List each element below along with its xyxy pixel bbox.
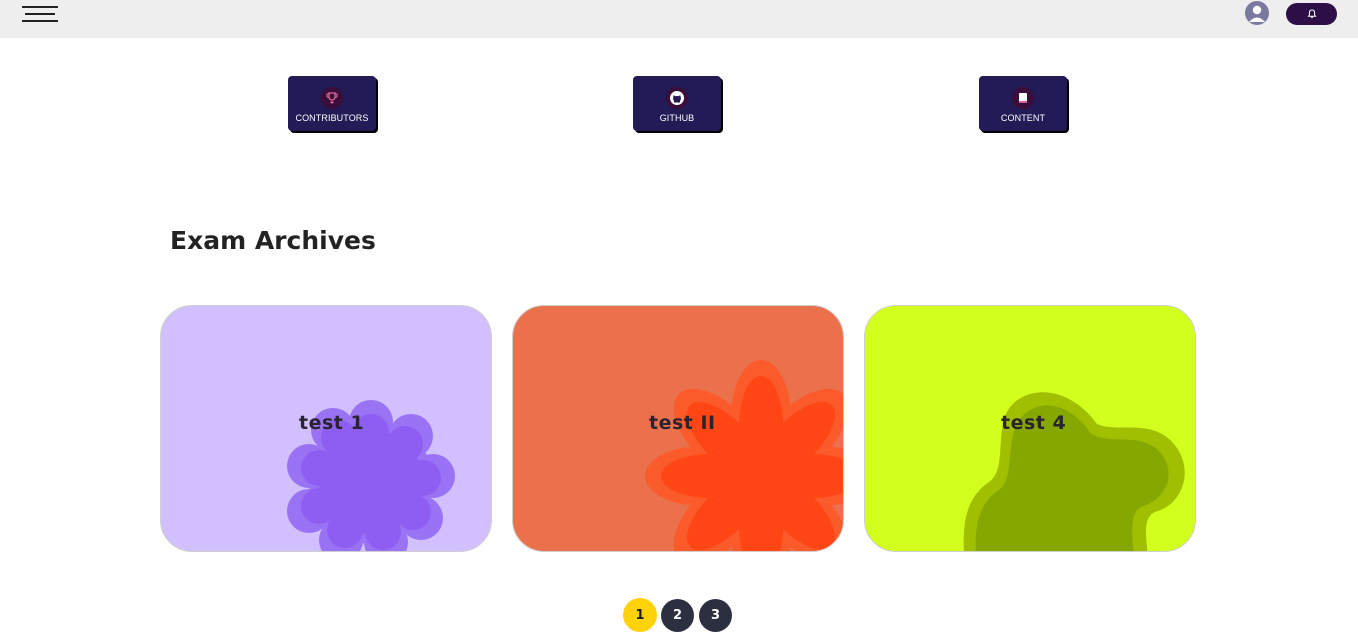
github-icon [666, 87, 688, 109]
notification-button[interactable] [1286, 3, 1337, 25]
archive-card-3[interactable]: test 4 [864, 305, 1196, 552]
card-title: test 4 [1001, 412, 1067, 434]
card-title: test 1 [299, 412, 365, 434]
page-button-3[interactable]: 3 [699, 599, 732, 632]
contributors-button[interactable]: CONTRIBUTORS [288, 76, 376, 131]
archive-card-1[interactable]: test 1 [160, 305, 492, 552]
book-icon [1012, 87, 1034, 109]
bell-icon [1307, 9, 1316, 19]
github-label: GITHUB [659, 113, 695, 123]
archive-card-2[interactable]: test II [512, 305, 844, 552]
contributors-label: CONTRIBUTORS [295, 113, 369, 123]
trophy-icon [321, 87, 343, 109]
user-avatar-icon[interactable] [1245, 1, 1269, 25]
top-bar [0, 0, 1358, 38]
hamburger-icon[interactable] [22, 4, 58, 24]
section-title: Exam Archives [170, 226, 376, 255]
page-button-1[interactable]: 1 [623, 598, 657, 632]
card-title: test II [649, 412, 716, 434]
page-button-2[interactable]: 2 [661, 599, 694, 632]
content-label: CONTENT [1000, 113, 1046, 123]
content-button[interactable]: CONTENT [979, 76, 1067, 131]
github-button[interactable]: GITHUB [633, 76, 721, 131]
